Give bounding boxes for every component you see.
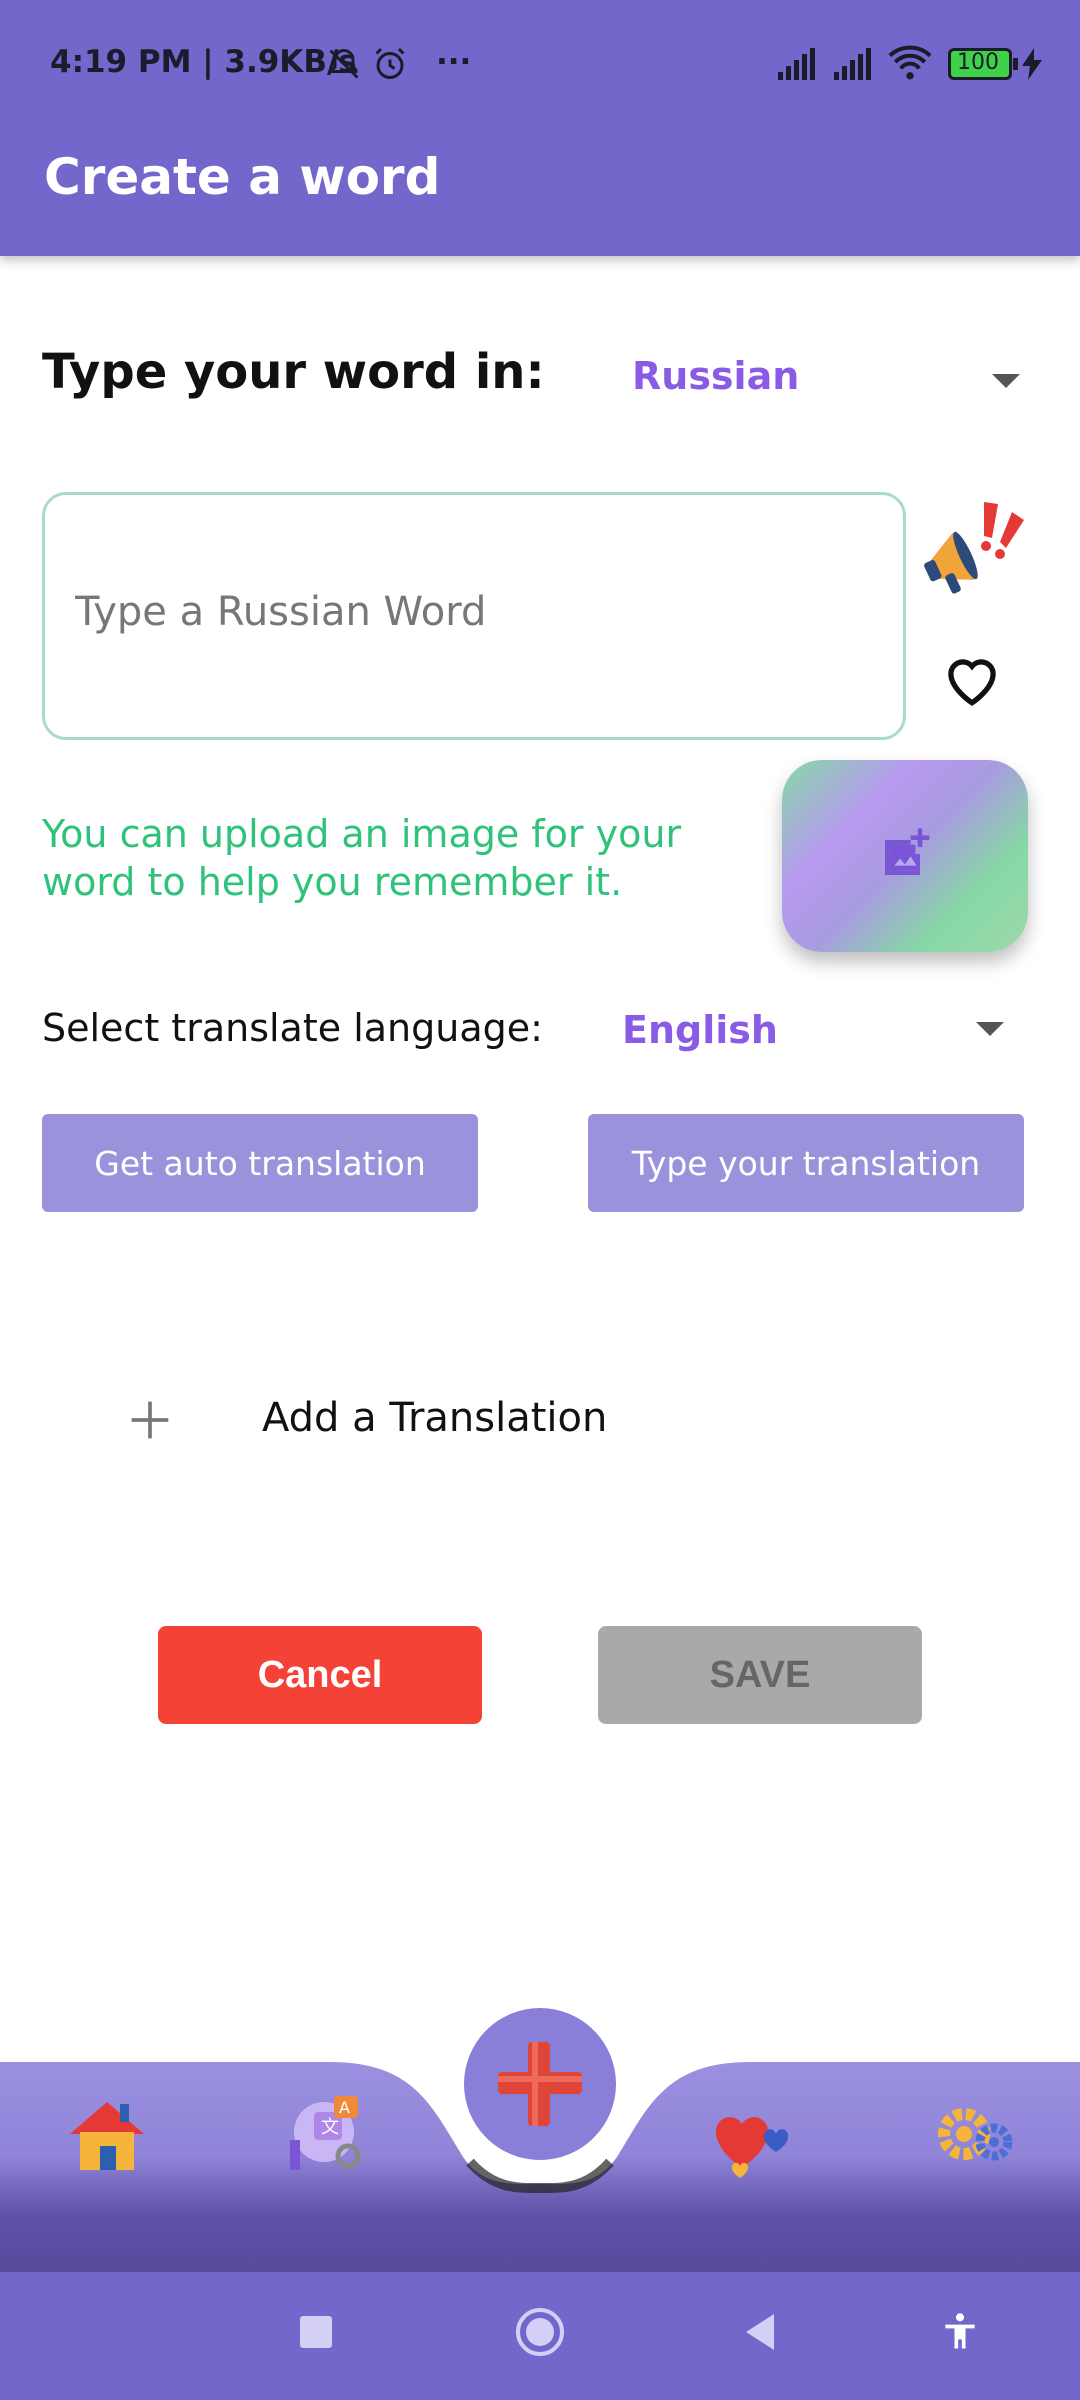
upload-image-button[interactable] [782, 760, 1028, 952]
system-nav-bar [0, 2272, 1080, 2400]
app-bar: 4:19 PM | 3.9KB/s ··· 100 Create a word [0, 0, 1080, 256]
word-input-container[interactable] [42, 492, 906, 740]
home-button[interactable] [516, 2308, 564, 2356]
alarm-icon [375, 47, 405, 79]
signal-icon-2 [834, 48, 871, 80]
screen: 4:19 PM | 3.9KB/s ··· 100 Create a word … [0, 0, 1080, 2400]
muted-bell-icon [329, 48, 359, 79]
battery-level: 100 [957, 50, 999, 75]
status-bar: 4:19 PM | 3.9KB/s ··· 100 [0, 0, 1080, 128]
source-language-dropdown[interactable]: Russian [620, 340, 1030, 420]
dropdown-arrow-icon [992, 374, 1020, 388]
add-translation-label: Add a Translation [262, 1395, 608, 1441]
pronounce-speaker-icon[interactable] [920, 498, 1030, 598]
save-button[interactable]: SAVE [598, 1626, 922, 1724]
svg-text:文: 文 [321, 2117, 339, 2138]
wifi-icon [888, 45, 932, 80]
target-language-dropdown[interactable]: English [610, 996, 1030, 1068]
word-input[interactable] [75, 577, 875, 647]
back-button[interactable] [742, 2312, 778, 2352]
target-language-value: English [622, 1008, 778, 1052]
battery-icon: 100 [948, 48, 1012, 80]
source-language-value: Russian [632, 354, 800, 398]
source-language-label: Type your word in: [42, 344, 545, 400]
favorite-heart-icon[interactable] [940, 650, 1004, 708]
get-auto-translation-button[interactable]: Get auto translation [42, 1114, 478, 1212]
target-language-label: Select translate language: [42, 1006, 543, 1050]
accessibility-icon[interactable] [938, 2310, 982, 2354]
cancel-button[interactable]: Cancel [158, 1626, 482, 1724]
home-icon[interactable] [62, 2090, 152, 2180]
settings-icon[interactable] [928, 2090, 1018, 2180]
favorites-icon[interactable] [710, 2090, 800, 2180]
plus-icon [131, 1401, 169, 1439]
image-upload-hint: You can upload an image for your word to… [42, 812, 682, 904]
more-notifications-icon: ··· [436, 44, 472, 80]
battery-tip [1013, 58, 1018, 70]
translate-icon[interactable]: 文 A [282, 2090, 372, 2180]
add-word-fab-icon [498, 2042, 582, 2126]
status-time-speed: 4:19 PM | 3.9KB/s [50, 44, 357, 80]
add-word-fab[interactable] [464, 2008, 616, 2160]
dropdown-arrow-icon [976, 1022, 1004, 1036]
page-title: Create a word [44, 148, 441, 206]
svg-text:A: A [339, 2098, 350, 2117]
recents-button[interactable] [300, 2316, 332, 2348]
type-translation-button[interactable]: Type your translation [588, 1114, 1024, 1212]
add-photo-icon [885, 828, 930, 875]
signal-icon [778, 48, 815, 80]
charging-icon [1022, 48, 1042, 80]
